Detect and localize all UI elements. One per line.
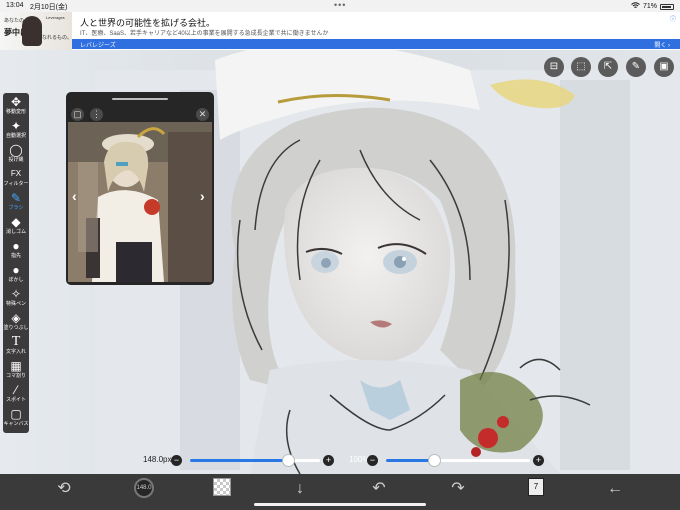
wifi-icon — [631, 2, 640, 11]
layer-count: 7 — [533, 482, 539, 491]
tool-lasso[interactable]: ◯ 投げ縄 — [3, 143, 29, 167]
tool-label: 特殊ペン — [5, 301, 26, 307]
opacity-slider[interactable] — [386, 454, 530, 467]
opacity-plus-button[interactable]: + — [533, 455, 544, 466]
ad-banner[interactable]: あなたの 夢中に Leverages なれるもの。 人と世界の可能性を拡げる会社… — [0, 12, 680, 50]
tool-special-pen[interactable]: ✧ 特殊ペン — [3, 287, 29, 311]
selection-icon[interactable]: ⬚ — [571, 57, 591, 77]
more-icon[interactable]: ⋮ — [90, 108, 103, 121]
tool-label: 自動選択 — [5, 133, 26, 139]
ad-thumb-tag: なれるもの。 — [42, 35, 73, 41]
tool-blur[interactable]: ● ぼかし — [3, 263, 29, 287]
smudge-icon: ● — [12, 239, 20, 253]
blur-icon: ● — [12, 263, 20, 277]
reference-image — [68, 122, 212, 282]
tool-fill[interactable]: ◈ 塗りつぶし — [3, 311, 29, 335]
tool-filter[interactable]: FX フィルター — [3, 167, 29, 191]
battery-icon — [660, 3, 674, 10]
tool-smudge[interactable]: ● 指先 — [3, 239, 29, 263]
transform-icon[interactable]: ⇱ — [598, 57, 618, 77]
window-icon[interactable]: ▢ — [71, 108, 84, 121]
undo-icon[interactable]: ↶ — [367, 478, 391, 500]
eyedropper-icon: ⁄ — [14, 383, 17, 397]
tool-label: 塗りつぶし — [3, 325, 29, 331]
opacity-slider-fill — [386, 459, 434, 462]
chevron-right-icon[interactable]: › — [200, 188, 205, 204]
tool-label: 消しゴム — [5, 229, 26, 235]
back-arrow-icon[interactable]: ← — [603, 478, 627, 500]
opacity-slider-knob[interactable] — [428, 454, 441, 467]
brush-size-slider[interactable] — [190, 454, 320, 467]
brush-size-plus-button[interactable]: + — [323, 455, 334, 466]
text-icon: T — [11, 334, 21, 349]
redo-icon[interactable]: ↷ — [446, 478, 470, 500]
brush-preview-label: 148.0 — [136, 485, 152, 491]
drag-handle[interactable] — [112, 98, 168, 100]
chevron-left-icon[interactable]: ‹ — [72, 188, 77, 204]
brush-icon: ✎ — [10, 191, 22, 205]
battery-percent: 71% — [642, 3, 657, 10]
reference-window[interactable]: ▢ ⋮ ✕ ‹ › — [66, 92, 214, 285]
ad-info-icon[interactable]: ⓘ — [670, 14, 676, 23]
app-screen: 13:04 2月10日(金) ••• 71% あなたの 夢中に Leverage… — [0, 0, 680, 510]
color-swatch-button[interactable] — [213, 478, 231, 496]
tool-auto-select[interactable]: ✦ 自動選択 — [3, 119, 29, 143]
status-date: 2月10日(金) — [30, 4, 68, 11]
brush-size-label: 148.0px — [143, 455, 172, 464]
eraser-icon: ◆ — [11, 215, 21, 229]
tool-eyedropper[interactable]: ⁄ スポイト — [3, 383, 29, 407]
home-indicator[interactable] — [254, 503, 426, 506]
material-icon[interactable]: ⊟ — [544, 57, 564, 77]
rotate-canvas-icon[interactable]: ⟲ — [52, 478, 76, 500]
ad-sponsor: レバレジーズ — [80, 43, 116, 49]
status-bar: 13:04 2月10日(金) ••• 71% — [0, 0, 680, 12]
brush-size-minus-button[interactable]: − — [171, 455, 182, 466]
magic-wand-icon: ✦ — [10, 119, 22, 133]
pen-edit-icon[interactable]: ✎ — [626, 57, 646, 77]
lasso-icon: ◯ — [9, 143, 23, 157]
layers-button[interactable]: 7 — [528, 478, 544, 496]
tool-label: ぼかし — [8, 277, 24, 283]
brush-size-slider-fill — [190, 459, 288, 462]
ad-thumbnail[interactable]: あなたの 夢中に Leverages なれるもの。 — [0, 12, 72, 50]
tool-label: スポイト — [5, 397, 26, 403]
status-right: 71% — [631, 2, 674, 11]
ad-thumb-brand: Leverages — [46, 15, 65, 20]
brush-preview-button[interactable]: 148.0 — [134, 478, 154, 498]
move-icon: ✥ — [10, 95, 22, 109]
canvas-icon: ▢ — [10, 407, 22, 421]
frame-divider-icon: ▦ — [10, 359, 22, 373]
tool-canvas[interactable]: ▢ キャンバス — [3, 407, 29, 431]
tool-label: 指先 — [10, 253, 21, 259]
ad-open-button[interactable]: 開く › — [654, 40, 670, 49]
multitasking-dots-icon[interactable]: ••• — [334, 0, 346, 10]
ad-person-image — [22, 16, 42, 46]
tool-brush[interactable]: ✎ ブラシ — [3, 191, 29, 215]
ad-open-label: 開く — [654, 43, 667, 49]
opacity-minus-button[interactable]: − — [367, 455, 378, 466]
tool-label: コマ割り — [5, 373, 26, 379]
tool-eraser[interactable]: ◆ 消しゴム — [3, 215, 29, 239]
tool-label: 文字入れ — [5, 349, 26, 355]
ad-cta-bar[interactable]: レバレジーズ 開く › — [72, 39, 680, 49]
tool-label: キャンバス — [3, 421, 29, 427]
fill-bucket-icon: ◈ — [11, 311, 21, 325]
filter-icon: FX — [10, 169, 22, 178]
tool-label: ブラシ — [8, 205, 24, 211]
special-pen-icon: ✧ — [10, 287, 22, 301]
ad-description: IT、医療、SaaS、若手キャリアなど40以上の事業を展開する急成長企業で共に働… — [80, 31, 329, 37]
tool-text[interactable]: T 文字入れ — [3, 335, 29, 359]
tool-label: フィルター — [3, 181, 29, 187]
tool-label: 移動変形 — [5, 109, 26, 115]
brush-size-slider-knob[interactable] — [282, 454, 295, 467]
tool-frame-divider[interactable]: ▦ コマ割り — [3, 359, 29, 383]
image-icon[interactable]: ▣ — [654, 57, 674, 77]
close-icon[interactable]: ✕ — [196, 108, 209, 121]
tool-panel: ✥ 移動変形 ✦ 自動選択 ◯ 投げ縄 FX フィルター ✎ ブラシ ◆ 消しゴム ● 指先 … — [3, 93, 29, 433]
status-time: 13:04 — [6, 2, 24, 9]
ad-thumb-small-text: あなたの — [4, 18, 25, 24]
import-icon[interactable]: ↓ — [288, 478, 312, 500]
tool-label: 投げ縄 — [8, 157, 24, 163]
tool-move-transform[interactable]: ✥ 移動変形 — [3, 95, 29, 119]
